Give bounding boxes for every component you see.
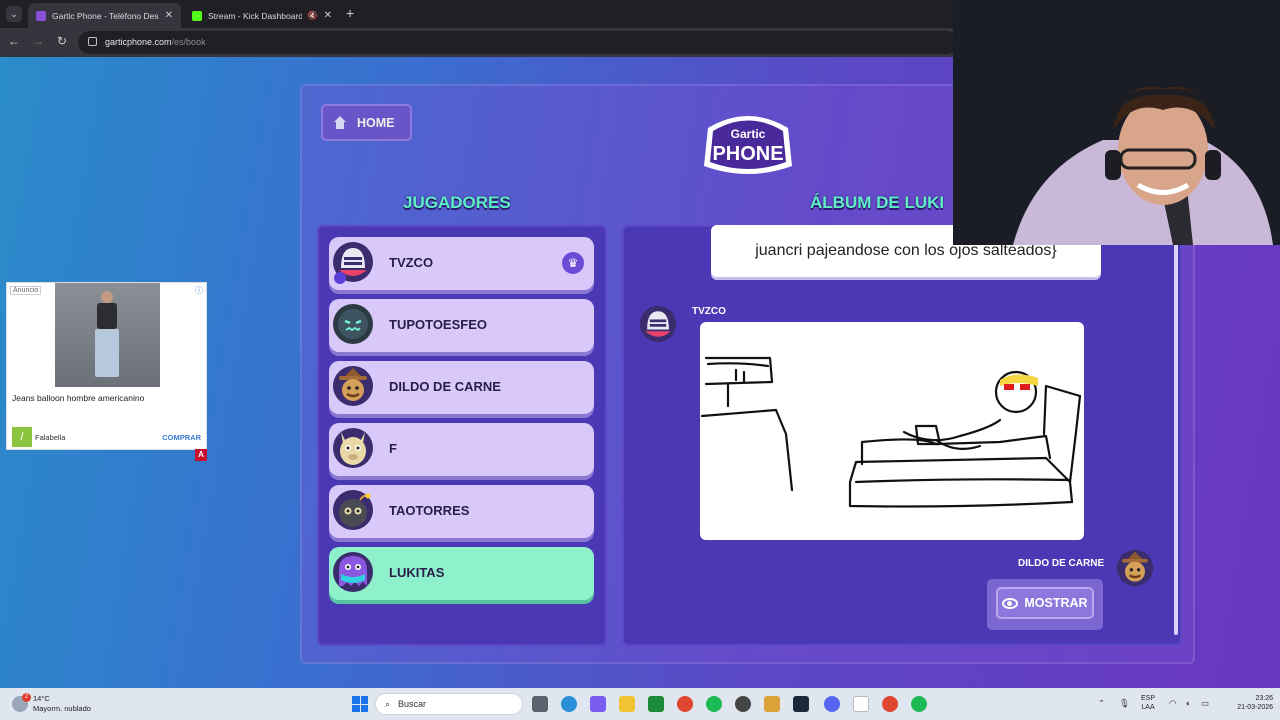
archive-icon[interactable] xyxy=(764,696,780,712)
tab-kick-dashboard[interactable]: Stream - Kick Dashboard 🔇 ✕ xyxy=(184,3,340,28)
falabella-logo-icon: / xyxy=(12,427,32,447)
ad-info-icon[interactable]: ⓘ xyxy=(195,285,203,296)
album-heading: ÁLBUM DE LUKI xyxy=(810,193,945,212)
player-name: F xyxy=(389,441,397,456)
drawing-card xyxy=(700,322,1084,540)
edge-icon[interactable] xyxy=(561,696,577,712)
forward-arrow-icon[interactable]: → xyxy=(30,34,46,48)
tab-gartic-phone[interactable]: Gartic Phone - Teléfono Descon ✕ xyxy=(28,3,181,28)
knight-helmet-icon xyxy=(639,305,677,343)
close-tab-icon[interactable]: ✕ xyxy=(165,10,173,21)
steam-icon[interactable] xyxy=(793,696,809,712)
knight-helmet-icon xyxy=(333,242,373,284)
player-card: F xyxy=(329,423,594,476)
start-windows-icon[interactable] xyxy=(352,696,368,712)
players-panel: TVZCO ♛ TUPOTOESFEO DILDO DE CARNE F TAO… xyxy=(317,225,607,646)
microphone-icon[interactable]: 🎙 xyxy=(1119,698,1130,709)
cowboy-icon xyxy=(333,366,373,406)
document-icon[interactable] xyxy=(853,696,869,712)
site-info-icon[interactable] xyxy=(88,37,97,46)
home-button[interactable]: HOME xyxy=(321,104,412,141)
player-name: TUPOTOESFEO xyxy=(389,317,487,332)
show-label: MOSTRAR xyxy=(1024,596,1088,610)
tab-search-button[interactable]: ⌄ xyxy=(6,6,22,22)
player-name: DILDO DE CARNE xyxy=(389,379,501,394)
copilot-icon[interactable] xyxy=(590,696,606,712)
tab-title: Gartic Phone - Teléfono Descon xyxy=(52,10,159,21)
gartic-favicon-icon xyxy=(36,10,46,21)
chrome-icon[interactable] xyxy=(882,696,898,712)
player-name: TVZCO xyxy=(389,255,434,270)
player-card: TUPOTOESFEO xyxy=(329,299,594,352)
album-panel: juancri pajeandose con los ojos salteado… xyxy=(622,225,1182,646)
volume-icon[interactable]: ◖ xyxy=(1185,698,1190,708)
ad-buy-button[interactable]: COMPRAR xyxy=(162,433,201,442)
monster-icon xyxy=(333,304,373,344)
players-heading: JUGADORES xyxy=(403,193,511,212)
host-crown-icon: ♛ xyxy=(562,252,584,274)
kick-favicon-icon xyxy=(192,10,202,21)
chrome-icon[interactable] xyxy=(677,696,693,712)
back-arrow-icon[interactable]: ← xyxy=(6,34,22,48)
show-hidden-icons-icon[interactable]: ⌃ xyxy=(1098,698,1105,709)
eye-icon xyxy=(1002,597,1019,609)
address-bar[interactable]: garticphone.com/es/book xyxy=(78,31,958,54)
ad-label: Anuncio xyxy=(10,286,42,295)
gartic-phone-logo: Gartic PHONE xyxy=(704,116,792,174)
close-tab-icon[interactable]: ✕ xyxy=(324,10,332,21)
system-clock[interactable]: 23:26 21-03-2026 xyxy=(1237,694,1273,712)
task-view-icon[interactable] xyxy=(532,696,548,712)
player-name: TAOTORRES xyxy=(389,503,470,518)
ad-headline[interactable]: Jeans balloon hombre americanino xyxy=(12,393,144,403)
search-placeholder: Buscar xyxy=(398,699,427,709)
svg-text:Gartic: Gartic xyxy=(731,127,766,141)
drawing-author-name: TVZCO xyxy=(692,306,726,317)
obs-icon[interactable] xyxy=(735,696,751,712)
weather-widget[interactable]: 14°CMayorm. nublado xyxy=(12,693,91,714)
show-button-frame: MOSTRAR xyxy=(987,579,1103,630)
show-button[interactable]: MOSTRAR xyxy=(996,587,1094,619)
battery-icon[interactable]: ▭ xyxy=(1201,698,1209,709)
album-scrollbar[interactable] xyxy=(1174,241,1178,635)
reload-icon[interactable]: ↻ xyxy=(54,34,70,48)
spotify-icon[interactable] xyxy=(706,696,722,712)
llama-icon xyxy=(333,428,373,468)
sidebar-ad[interactable]: Anuncio ⓘ Jeans balloon hombre americani… xyxy=(6,282,207,450)
player-card-current: LUKITAS xyxy=(329,547,594,600)
spotify-icon[interactable] xyxy=(911,696,927,712)
cowboy-icon xyxy=(1116,549,1154,587)
ghost-icon xyxy=(333,552,373,592)
windows-taskbar: 14°CMayorm. nublado ⌕ Buscar ⌃ 🎙 ESPLAA … xyxy=(0,688,1280,720)
streamer-webcam-image xyxy=(953,0,1280,245)
webcam-overlay xyxy=(953,0,1280,245)
player-drawing xyxy=(700,356,1082,508)
taskbar-search[interactable]: ⌕ Buscar xyxy=(375,693,523,715)
tab-title: Stream - Kick Dashboard xyxy=(208,10,302,21)
ad-product-image[interactable] xyxy=(55,283,160,387)
player-card: TVZCO ♛ xyxy=(329,237,594,290)
new-tab-button[interactable]: + xyxy=(346,5,354,21)
next-author-name: DILDO DE CARNE xyxy=(1018,558,1105,569)
language-indicator[interactable]: ESP LAA xyxy=(1141,694,1155,712)
xbox-icon[interactable] xyxy=(648,696,664,712)
ad-brand: Falabella xyxy=(35,433,66,442)
ad-choices-icon[interactable]: A xyxy=(195,449,207,461)
player-name: LUKITAS xyxy=(389,565,445,580)
player-card: TAOTORRES xyxy=(329,485,594,538)
weather-temp: 14°C xyxy=(33,694,50,703)
file-explorer-icon[interactable] xyxy=(619,696,635,712)
svg-text:PHONE: PHONE xyxy=(712,143,783,165)
url-text: garticphone.com/es/book xyxy=(105,37,206,47)
muted-speaker-icon[interactable]: 🔇 xyxy=(308,11,318,20)
player-card: DILDO DE CARNE xyxy=(329,361,594,414)
weather-desc: Mayorm. nublado xyxy=(33,704,91,713)
discord-icon[interactable] xyxy=(824,696,840,712)
bomb-icon xyxy=(333,490,373,530)
wifi-icon[interactable]: ◠ xyxy=(1169,698,1176,709)
search-icon: ⌕ xyxy=(385,698,391,709)
weather-cloud-icon xyxy=(12,693,31,712)
home-label: HOME xyxy=(357,115,395,130)
home-icon xyxy=(333,115,347,130)
